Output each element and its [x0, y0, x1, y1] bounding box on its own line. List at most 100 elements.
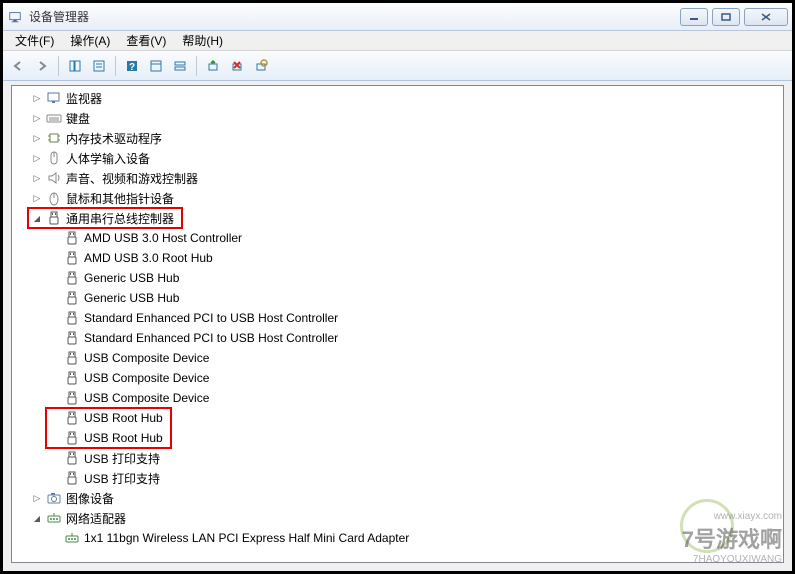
expander-icon[interactable]: [30, 171, 44, 185]
tree-label: USB Composite Device: [84, 351, 209, 365]
mouse-icon: [46, 190, 62, 206]
tree-node[interactable]: USB Root Hub: [12, 428, 783, 448]
usb-icon: [64, 370, 80, 386]
monitor-icon: [46, 90, 62, 106]
imaging-icon: [46, 490, 62, 506]
menu-action[interactable]: 操作(A): [62, 30, 118, 51]
usb-icon: [64, 450, 80, 466]
hid-icon: [46, 150, 62, 166]
tree-node[interactable]: Generic USB Hub: [12, 288, 783, 308]
expander-icon[interactable]: [30, 491, 44, 505]
maximize-button[interactable]: [712, 8, 740, 26]
tree-node[interactable]: Generic USB Hub: [12, 268, 783, 288]
expander-icon[interactable]: [30, 111, 44, 125]
tree-label: USB Root Hub: [84, 431, 163, 445]
expander-icon[interactable]: [30, 91, 44, 105]
usb-icon: [64, 310, 80, 326]
usb-icon: [64, 390, 80, 406]
update-driver-button[interactable]: [202, 55, 224, 77]
watermark-circle: [680, 499, 734, 553]
expander-icon[interactable]: [30, 151, 44, 165]
back-button[interactable]: [7, 55, 29, 77]
tree-node[interactable]: USB 打印支持: [12, 468, 783, 488]
tree-node[interactable]: USB Root Hub: [12, 408, 783, 428]
svg-text:?: ?: [129, 62, 135, 73]
tree-label: 通用串行总线控制器: [66, 210, 174, 227]
usb-icon: [64, 270, 80, 286]
sound-icon: [46, 170, 62, 186]
tree-node[interactable]: USB Composite Device: [12, 348, 783, 368]
device-tree[interactable]: 监视器键盘内存技术驱动程序人体学输入设备声音、视频和游戏控制器鼠标和其他指针设备…: [12, 86, 783, 562]
expander-icon[interactable]: [30, 131, 44, 145]
expander-icon[interactable]: [30, 211, 44, 225]
tree-label: USB 打印支持: [84, 450, 160, 467]
tree-label: AMD USB 3.0 Root Hub: [84, 251, 213, 265]
view-mode-button[interactable]: [145, 55, 167, 77]
network-icon: [46, 510, 62, 526]
tree-node[interactable]: 监视器: [12, 88, 783, 108]
toolbar-separator: [58, 56, 59, 76]
menu-help[interactable]: 帮助(H): [174, 30, 231, 51]
usb-icon: [64, 430, 80, 446]
tree-label: 声音、视频和游戏控制器: [66, 170, 198, 187]
window-controls: [680, 8, 788, 26]
tree-node[interactable]: 图像设备: [12, 488, 783, 508]
properties-button[interactable]: [88, 55, 110, 77]
toolbar: ?: [3, 51, 792, 81]
tree-node[interactable]: 键盘: [12, 108, 783, 128]
title-bar: 设备管理器: [3, 3, 792, 31]
chip-icon: [46, 130, 62, 146]
tree-label: Generic USB Hub: [84, 291, 179, 305]
tree-label: 图像设备: [66, 490, 114, 507]
tree-label: 键盘: [66, 110, 90, 127]
usb-icon: [46, 210, 62, 226]
menu-view[interactable]: 查看(V): [118, 30, 174, 51]
usb-icon: [64, 330, 80, 346]
usb-icon: [64, 290, 80, 306]
toolbar-separator: [196, 56, 197, 76]
app-icon: [7, 9, 23, 25]
help-button[interactable]: ?: [121, 55, 143, 77]
tree-label: 1x1 11bgn Wireless LAN PCI Express Half …: [84, 531, 409, 545]
tree-label: 网络适配器: [66, 510, 126, 527]
tree-node[interactable]: 1x1 11bgn Wireless LAN PCI Express Half …: [12, 528, 783, 548]
tree-node[interactable]: USB Composite Device: [12, 388, 783, 408]
usb-icon: [64, 230, 80, 246]
tree-label: USB Composite Device: [84, 371, 209, 385]
show-hide-tree-button[interactable]: [64, 55, 86, 77]
close-button[interactable]: [744, 8, 788, 26]
device-manager-window: 设备管理器 文件(F) 操作(A) 查看(V) 帮助(H) ? 监视器键盘内存技…: [0, 0, 795, 574]
tree-node[interactable]: 通用串行总线控制器: [12, 208, 783, 228]
usb-icon: [64, 350, 80, 366]
minimize-button[interactable]: [680, 8, 708, 26]
scan-hardware-button[interactable]: [250, 55, 272, 77]
tree-node[interactable]: Standard Enhanced PCI to USB Host Contro…: [12, 308, 783, 328]
tree-node[interactable]: USB 打印支持: [12, 448, 783, 468]
tree-label: 鼠标和其他指针设备: [66, 190, 174, 207]
tree-node[interactable]: 声音、视频和游戏控制器: [12, 168, 783, 188]
tree-node[interactable]: 鼠标和其他指针设备: [12, 188, 783, 208]
tree-label: USB Composite Device: [84, 391, 209, 405]
tree-node[interactable]: 人体学输入设备: [12, 148, 783, 168]
tree-label: USB 打印支持: [84, 470, 160, 487]
tree-label: 监视器: [66, 90, 102, 107]
tree-node[interactable]: 网络适配器: [12, 508, 783, 528]
expander-icon[interactable]: [30, 511, 44, 525]
tree-panel: 监视器键盘内存技术驱动程序人体学输入设备声音、视频和游戏控制器鼠标和其他指针设备…: [11, 85, 784, 563]
tree-node[interactable]: 内存技术驱动程序: [12, 128, 783, 148]
keyboard-icon: [46, 110, 62, 126]
tree-label: AMD USB 3.0 Host Controller: [84, 231, 242, 245]
tree-node[interactable]: AMD USB 3.0 Root Hub: [12, 248, 783, 268]
expander-icon[interactable]: [30, 191, 44, 205]
menu-file[interactable]: 文件(F): [7, 30, 62, 51]
forward-button[interactable]: [31, 55, 53, 77]
toolbar-separator: [115, 56, 116, 76]
tree-node[interactable]: USB Composite Device: [12, 368, 783, 388]
tree-label: Standard Enhanced PCI to USB Host Contro…: [84, 331, 338, 345]
tree-node[interactable]: AMD USB 3.0 Host Controller: [12, 228, 783, 248]
menu-bar: 文件(F) 操作(A) 查看(V) 帮助(H): [3, 31, 792, 51]
device-list-button[interactable]: [169, 55, 191, 77]
uninstall-button[interactable]: [226, 55, 248, 77]
tree-label: Standard Enhanced PCI to USB Host Contro…: [84, 311, 338, 325]
tree-node[interactable]: Standard Enhanced PCI to USB Host Contro…: [12, 328, 783, 348]
